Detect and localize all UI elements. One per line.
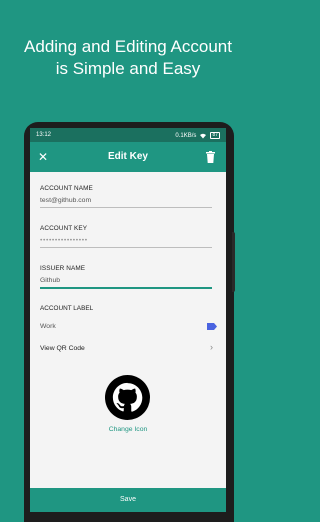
page-title: Edit Key xyxy=(107,151,148,162)
issuer-name-input[interactable]: Github xyxy=(40,277,212,284)
account-name-field[interactable]: ACCOUNT NAME test@github.com xyxy=(40,185,212,208)
github-logo-icon[interactable] xyxy=(105,375,150,420)
phone-side-button xyxy=(232,232,235,292)
account-key-field[interactable]: ACCOUNT KEY •••••••••••••••• xyxy=(40,225,212,248)
headline-line-1: Adding and Editing Account xyxy=(24,37,232,56)
trash-icon[interactable] xyxy=(206,151,215,163)
save-button[interactable]: Save xyxy=(30,488,226,512)
account-label-heading: ACCOUNT LABEL xyxy=(40,305,94,312)
chevron-right-icon[interactable]: › xyxy=(210,342,213,352)
issuer-name-underline xyxy=(40,287,212,289)
account-name-underline xyxy=(40,207,212,208)
account-key-input[interactable]: •••••••••••••••• xyxy=(40,237,212,244)
status-time: 13:12 xyxy=(36,132,52,138)
account-label-value[interactable]: Work xyxy=(40,323,56,330)
headline-line-2: is Simple and Easy xyxy=(55,59,201,78)
phone-screen: 13:12 0.1KB/s 87 ✕ Edit Key ACCOUNT NAME… xyxy=(30,128,226,512)
network-speed: 0.1KB/s xyxy=(175,132,197,139)
issuer-name-label: ISSUER NAME xyxy=(40,265,86,272)
view-qr-code-item[interactable]: View QR Code xyxy=(40,345,85,352)
promo-headline: Adding and Editing Account is Simple and… xyxy=(0,36,256,80)
battery-level: 87 xyxy=(212,132,218,138)
battery-icon: 87 xyxy=(210,132,220,139)
account-key-label: ACCOUNT KEY xyxy=(40,225,88,232)
account-key-underline xyxy=(40,247,212,248)
status-bar: 13:12 0.1KB/s 87 xyxy=(30,128,226,142)
tag-icon[interactable] xyxy=(207,323,217,330)
wifi-icon xyxy=(200,133,207,138)
account-name-input[interactable]: test@github.com xyxy=(40,197,212,204)
change-icon-link[interactable]: Change Icon xyxy=(30,426,226,433)
account-name-label: ACCOUNT NAME xyxy=(40,185,93,192)
status-indicators: 0.1KB/s 87 xyxy=(175,132,220,139)
issuer-name-field[interactable]: ISSUER NAME Github xyxy=(40,265,212,289)
app-bar: ✕ Edit Key xyxy=(30,142,226,172)
